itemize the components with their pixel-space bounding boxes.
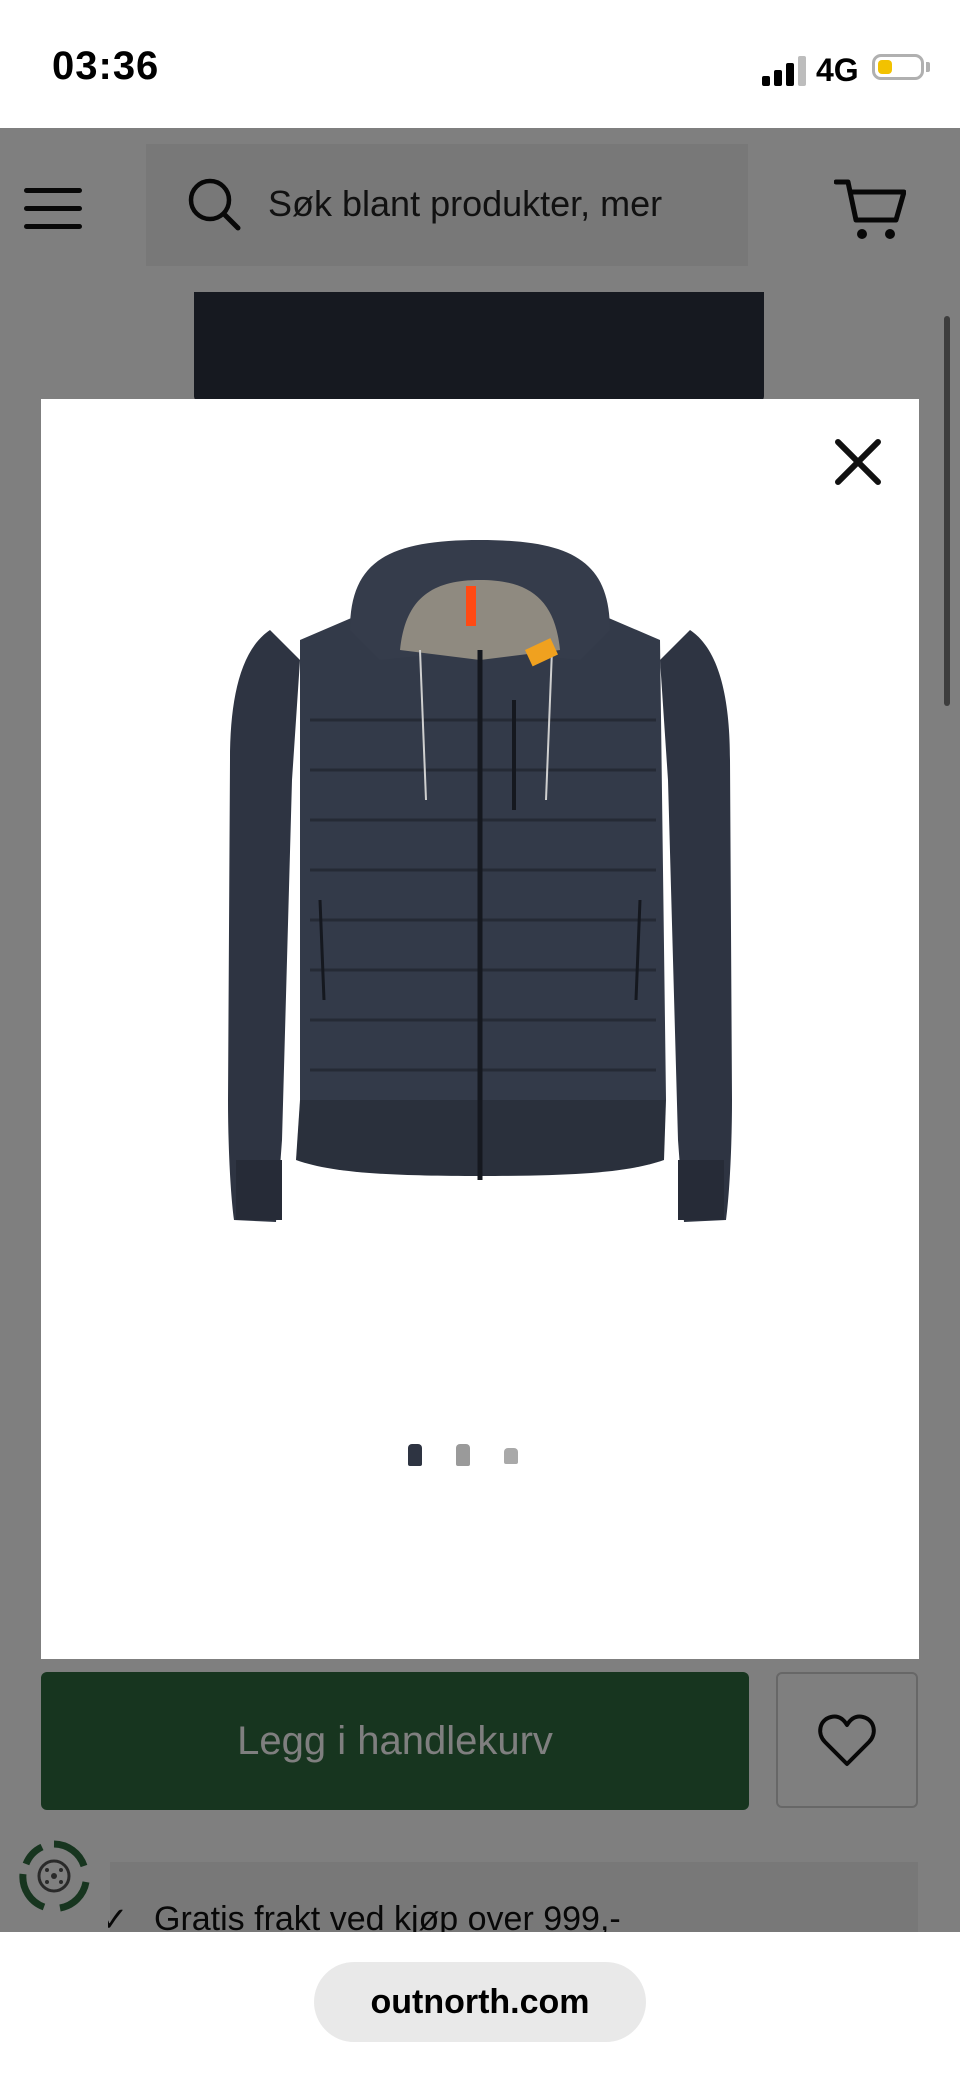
- thumbnail-1[interactable]: [408, 1444, 422, 1466]
- image-thumbnails[interactable]: [404, 1444, 524, 1474]
- product-image: [228, 540, 732, 1222]
- battery-tip: [926, 62, 930, 72]
- signal-icon: [762, 54, 806, 86]
- thumbnail-2[interactable]: [456, 1444, 470, 1466]
- close-icon[interactable]: [830, 434, 886, 490]
- network-type: 4G: [816, 52, 859, 88]
- thumbnail-3[interactable]: [504, 1448, 518, 1464]
- status-time: 03:36: [52, 44, 160, 88]
- battery-icon: [872, 54, 924, 80]
- url-bar[interactable]: outnorth.com: [314, 1962, 646, 2042]
